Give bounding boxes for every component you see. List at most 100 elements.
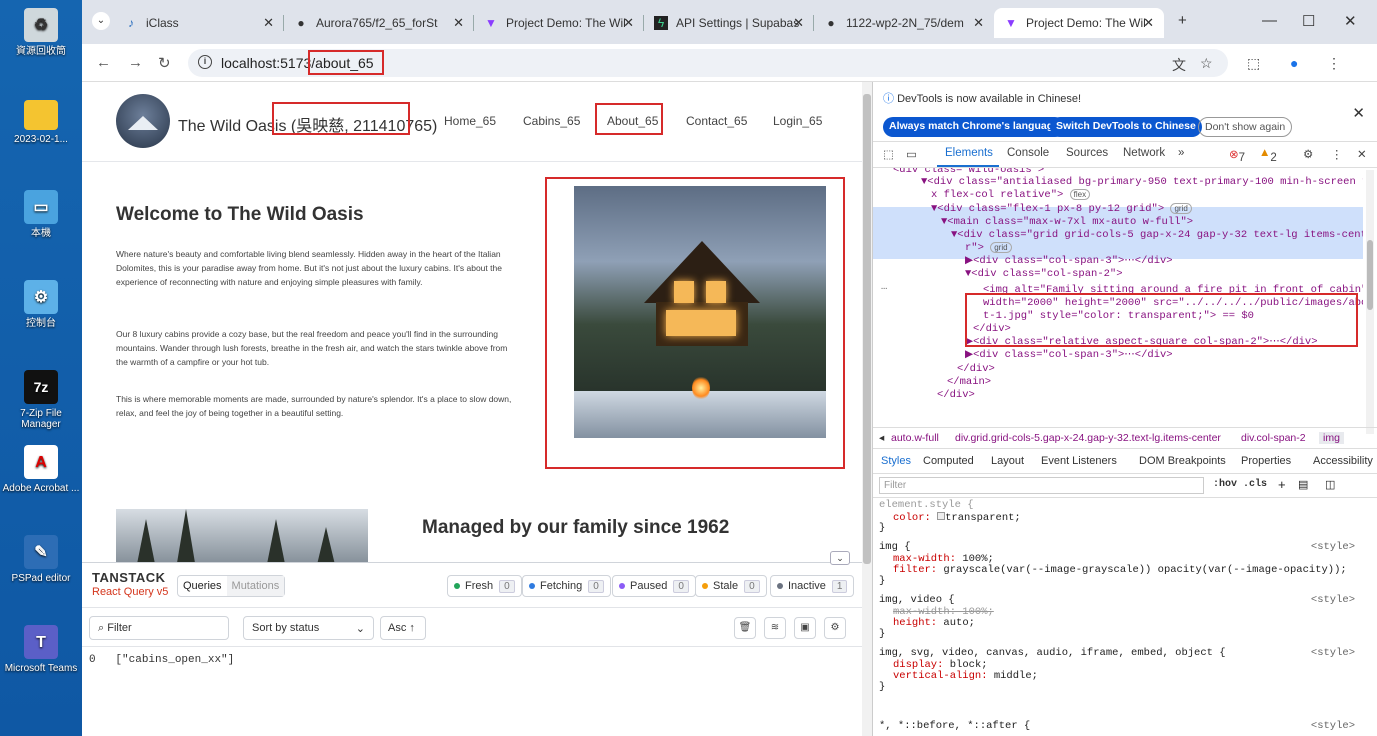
- dom-node[interactable]: ▼<div class="col-span-2">: [965, 268, 1123, 281]
- css-declaration[interactable]: color: transparent;: [893, 512, 1021, 525]
- info-icon[interactable]: i: [198, 55, 212, 69]
- tab-iclass[interactable]: ♪ iClass ✕: [114, 8, 284, 38]
- close-icon[interactable]: ✕: [453, 15, 464, 31]
- folder-icon[interactable]: 2023-02-1...: [0, 100, 82, 145]
- panel-icon[interactable]: ▣: [794, 617, 816, 639]
- logo[interactable]: [116, 94, 170, 148]
- tab-layout[interactable]: Layout: [991, 455, 1024, 467]
- 7zip-icon[interactable]: 7z 7-Zip File Manager: [0, 370, 82, 430]
- tab-dom-breakpoints[interactable]: DOM Breakpoints: [1139, 455, 1226, 467]
- maximize-icon[interactable]: ☐: [1302, 12, 1315, 30]
- tab-network[interactable]: Network: [1123, 147, 1165, 159]
- close-icon[interactable]: ✕: [263, 15, 274, 31]
- dom-node[interactable]: </div>: [957, 363, 995, 376]
- tab-sources[interactable]: Sources: [1066, 147, 1108, 159]
- tab-event-listeners[interactable]: Event Listeners: [1041, 455, 1117, 467]
- tab-properties[interactable]: Properties: [1241, 455, 1291, 467]
- status-chip-fetching[interactable]: Fetching 0: [522, 575, 611, 597]
- nav-contact[interactable]: Contact_65: [686, 114, 747, 128]
- query-row[interactable]: 0 ["cabins_open_xx"]: [89, 654, 234, 666]
- nav-login[interactable]: Login_65: [773, 114, 822, 128]
- close-icon[interactable]: ✕: [793, 15, 804, 31]
- dom-node[interactable]: ▼<div class="grid grid-cols-5 gap-x-24 g…: [951, 229, 1363, 242]
- new-tab-icon[interactable]: +: [1178, 12, 1187, 29]
- control-panel-icon[interactable]: ⚙ 控制台: [0, 280, 82, 329]
- error-count[interactable]: ⊗ 7: [1229, 147, 1245, 164]
- close-icon[interactable]: ✕: [973, 15, 984, 31]
- tab-project-demo[interactable]: ▼ Project Demo: The Wil ✕: [474, 8, 644, 38]
- this-pc-icon[interactable]: ▭ 本機: [0, 190, 82, 239]
- css-source-link[interactable]: <style>: [1311, 541, 1355, 554]
- adobe-acrobat-icon[interactable]: A Adobe Acrobat ...: [0, 445, 82, 494]
- status-chip-stale[interactable]: Stale 0: [695, 575, 767, 597]
- close-icon[interactable]: ✕: [623, 15, 634, 31]
- match-language-button[interactable]: Always match Chrome's language: [883, 117, 1065, 137]
- close-icon[interactable]: ✕: [1143, 15, 1154, 31]
- css-declaration[interactable]: vertical-align: middle;: [893, 670, 1038, 683]
- dom-node[interactable]: </main>: [947, 376, 991, 389]
- dom-node[interactable]: </div>: [937, 389, 975, 402]
- status-chip-fresh[interactable]: Fresh 0: [447, 575, 522, 597]
- dom-node[interactable]: ▶<div class="col-span-3">⋯</div>: [965, 255, 1173, 268]
- menu-icon[interactable]: ⋮: [1327, 55, 1341, 72]
- tab-styles[interactable]: Styles: [881, 455, 911, 467]
- nav-cabins[interactable]: Cabins_65: [523, 114, 580, 128]
- window-close-icon[interactable]: ✕: [1344, 12, 1357, 30]
- status-chip-inactive[interactable]: Inactive 1: [770, 575, 855, 597]
- sidebar-toggle-icon[interactable]: ◫: [1325, 478, 1335, 491]
- computed-styles-icon[interactable]: ▤: [1298, 478, 1308, 491]
- warning-count[interactable]: ▲ 2: [1259, 147, 1277, 164]
- nav-home[interactable]: Home_65: [444, 114, 496, 128]
- tab-supabase[interactable]: ϟ API Settings | Supabas ✕: [644, 8, 814, 38]
- trash-icon[interactable]: 🗑: [734, 617, 756, 639]
- css-declaration[interactable]: filter: grayscale(var(--image-grayscale)…: [893, 564, 1347, 577]
- dom-node[interactable]: ▼<main class="max-w-7xl mx-auto w-full">: [941, 216, 1193, 229]
- tab-github-aurora[interactable]: ● Aurora765/f2_65_forSt ✕: [284, 8, 474, 38]
- status-chip-paused[interactable]: Paused 0: [612, 575, 696, 597]
- back-icon[interactable]: ←: [96, 54, 111, 71]
- dom-scrollbar[interactable]: [1366, 170, 1374, 434]
- tab-console[interactable]: Console: [1007, 147, 1049, 159]
- queries-tab[interactable]: Queries: [178, 576, 227, 596]
- css-source-link[interactable]: <style>: [1311, 720, 1355, 733]
- page-scrollbar[interactable]: [862, 82, 872, 736]
- profile-icon[interactable]: ●: [1290, 55, 1298, 71]
- tab-search-icon[interactable]: ⌄: [92, 12, 110, 30]
- css-declaration[interactable]: height: auto;: [893, 617, 975, 630]
- collapse-panel-button[interactable]: ⌄: [830, 551, 850, 565]
- reload-icon[interactable]: ↻: [158, 54, 171, 72]
- tab-accessibility[interactable]: Accessibility: [1313, 455, 1373, 467]
- css-source-link[interactable]: <style>: [1311, 594, 1355, 607]
- tab-computed[interactable]: Computed: [923, 455, 974, 467]
- wifi-icon[interactable]: ≋: [764, 617, 786, 639]
- dom-node[interactable]: ▶<div class="col-span-3">⋯</div>: [965, 349, 1173, 362]
- crumb-item[interactable]: div.col-span-2: [1241, 432, 1306, 444]
- settings-icon[interactable]: ⚙: [824, 617, 846, 639]
- close-devtools-icon[interactable]: ✕: [1357, 147, 1367, 161]
- crumb-item[interactable]: img: [1319, 432, 1344, 444]
- tab-elements[interactable]: Elements: [945, 147, 993, 159]
- translate-icon[interactable]: 文: [1172, 55, 1186, 75]
- bookmark-star-icon[interactable]: ☆: [1200, 55, 1213, 72]
- dont-show-button[interactable]: Don't show again: [1198, 117, 1293, 137]
- settings-icon[interactable]: ⚙: [1303, 147, 1313, 161]
- styles-filter-input[interactable]: Filter: [879, 477, 1204, 494]
- pspad-icon[interactable]: ✎ PSPad editor: [0, 535, 82, 584]
- crumb-item[interactable]: auto.w-full: [891, 432, 939, 444]
- sort-order-button[interactable]: Asc ↑: [380, 616, 426, 640]
- forward-icon[interactable]: →: [128, 54, 143, 71]
- more-tabs-icon[interactable]: »: [1178, 147, 1184, 159]
- device-toggle-icon[interactable]: ▭: [906, 147, 917, 161]
- close-icon[interactable]: ✕: [1352, 104, 1365, 122]
- minimize-icon[interactable]: —: [1262, 12, 1277, 29]
- extensions-icon[interactable]: ⬚: [1247, 55, 1260, 72]
- dom-node[interactable]: x flex-col relative"> flex: [931, 189, 1091, 202]
- dom-node[interactable]: ▼<div class="flex-1 px-8 py-12 grid"> gr…: [931, 203, 1192, 216]
- tab-project-demo-active[interactable]: ▼ Project Demo: The Wil ✕: [994, 8, 1164, 38]
- dom-node[interactable]: ▼<div class="antialiased bg-primary-950 …: [921, 176, 1363, 189]
- query-filter-input[interactable]: ⌕ Filter: [89, 616, 229, 640]
- teams-icon[interactable]: T Microsoft Teams: [0, 625, 82, 674]
- url-field[interactable]: i localhost:5173/about_65: [188, 49, 1228, 77]
- new-rule-icon[interactable]: +: [1278, 477, 1286, 492]
- kebab-menu-icon[interactable]: ⋮: [1331, 147, 1343, 161]
